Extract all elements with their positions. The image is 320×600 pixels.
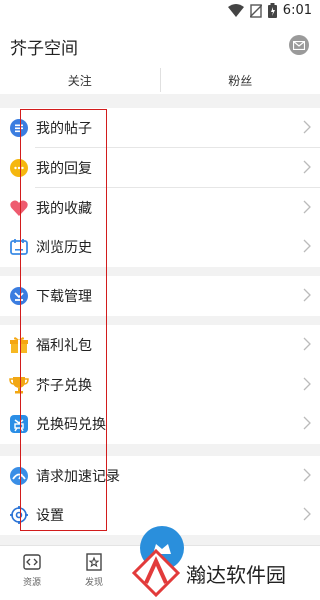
menu-item-label: 浏览历史	[36, 240, 92, 256]
watermark-logo	[132, 549, 180, 597]
download-icon	[9, 286, 29, 306]
menu-item-label: 设置	[36, 508, 64, 524]
follow-tabs: 关注 粉丝	[0, 66, 320, 94]
menu-item-my-replies[interactable]: 我的回复	[0, 148, 320, 188]
gift-icon	[9, 335, 29, 355]
nav-item-discover[interactable]: 发现	[74, 552, 114, 588]
menu-item-label: 我的回复	[36, 161, 92, 177]
code-icon	[23, 554, 41, 570]
section-gap	[0, 315, 320, 325]
no-sim-icon	[249, 3, 262, 18]
section-gap	[0, 94, 320, 108]
app-header: 芥子空间	[0, 24, 320, 66]
mail-icon	[293, 40, 305, 50]
page-title: 芥子空间	[10, 39, 78, 59]
post-icon	[9, 118, 29, 138]
chevron-right-icon	[303, 288, 311, 302]
menu-item-label: 我的收藏	[36, 201, 92, 217]
menu-item-label: 芥子兑换	[36, 378, 92, 394]
settings-icon	[9, 505, 29, 525]
menu-item-exchange[interactable]: 芥子兑换	[0, 365, 320, 405]
star-icon	[86, 553, 102, 571]
section-gap	[0, 444, 320, 456]
tab-following[interactable]: 关注	[0, 66, 160, 94]
menu-item-my-favorites[interactable]: 我的收藏	[0, 188, 320, 228]
menu-item-label: 我的帖子	[36, 121, 92, 137]
menu-item-label: 兑换码兑换	[36, 417, 106, 433]
menu-item-redeem-code[interactable]: 兑换码兑换	[0, 404, 320, 444]
status-time: 6:01	[282, 3, 312, 18]
chevron-right-icon	[303, 337, 311, 351]
watermark-text: 瀚达软件园	[186, 562, 286, 587]
menu-item-downloads[interactable]: 下载管理	[0, 276, 320, 316]
nav-item-resources[interactable]: 资源	[12, 552, 52, 588]
reply-icon	[9, 158, 29, 178]
menu-item-history[interactable]: 浏览历史	[0, 227, 320, 267]
menu-item-label: 下载管理	[36, 289, 92, 305]
heart-icon	[9, 198, 29, 218]
status-bar: 6:01	[0, 0, 320, 24]
chevron-right-icon	[303, 160, 311, 174]
redeem-icon	[9, 414, 29, 434]
chevron-right-icon	[303, 377, 311, 391]
wifi-icon	[227, 4, 244, 17]
chevron-right-icon	[303, 507, 311, 521]
menu-item-label: 福利礼包	[36, 338, 92, 354]
menu-item-label: 请求加速记录	[36, 469, 120, 485]
history-icon	[9, 237, 29, 257]
tab-fans[interactable]: 粉丝	[161, 66, 320, 94]
nav-label: 发现	[84, 578, 103, 588]
section-gap	[0, 266, 320, 276]
menu-item-gift-pack[interactable]: 福利礼包	[0, 325, 320, 365]
mail-button[interactable]	[289, 35, 309, 55]
speed-icon	[9, 466, 29, 486]
battery-icon	[267, 3, 277, 18]
chevron-right-icon	[303, 200, 311, 214]
chevron-right-icon	[303, 416, 311, 430]
watermark: 瀚达软件园	[132, 546, 320, 600]
menu-item-my-posts[interactable]: 我的帖子	[0, 108, 320, 148]
nav-label: 资源	[22, 578, 41, 588]
menu-item-speed-records[interactable]: 请求加速记录	[0, 456, 320, 496]
chevron-right-icon	[303, 120, 311, 134]
trophy-icon	[9, 375, 29, 395]
chevron-right-icon	[303, 239, 311, 253]
chevron-right-icon	[303, 468, 311, 482]
status-icons: 6:01	[227, 3, 312, 18]
